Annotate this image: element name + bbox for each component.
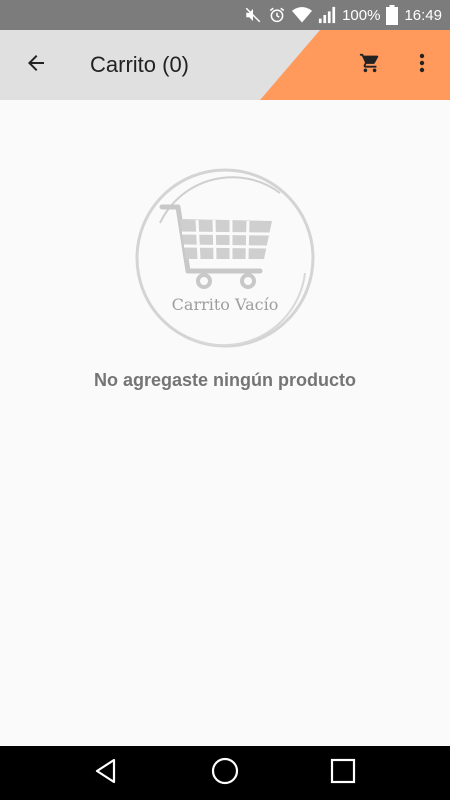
back-button[interactable]: [14, 43, 58, 87]
wifi-icon: [292, 6, 313, 24]
system-nav-bar: [0, 746, 450, 800]
home-circle-icon: [210, 756, 240, 791]
recents-square-icon: [329, 757, 357, 790]
nav-recents-button[interactable]: [323, 753, 363, 793]
back-triangle-icon: [92, 757, 120, 790]
battery-label: 100%: [342, 6, 381, 24]
clock: 16:49: [404, 6, 442, 24]
nav-back-button[interactable]: [86, 753, 126, 793]
shopping-cart-icon: [159, 204, 272, 289]
more-options-button[interactable]: [400, 43, 444, 87]
empty-cart-message: No agregaste ningún producto: [93, 370, 356, 390]
cart-button[interactable]: [348, 43, 392, 87]
app-bar: Carrito (0): [0, 30, 450, 100]
nav-home-button[interactable]: [205, 753, 245, 793]
back-arrow-icon: [24, 51, 48, 80]
empty-cart-label: Carrito Vacío: [171, 295, 279, 314]
signal-icon: [318, 6, 336, 24]
page-title: Carrito (0): [90, 52, 190, 77]
cart-icon: [359, 52, 381, 79]
mute-icon: [244, 6, 262, 24]
status-bar: 100% 16:49: [0, 0, 450, 30]
alarm-icon: [268, 6, 286, 24]
empty-cart-illustration: Carrito Vacío: [130, 163, 320, 353]
more-vert-icon: [410, 51, 434, 80]
battery-icon: [386, 5, 399, 25]
